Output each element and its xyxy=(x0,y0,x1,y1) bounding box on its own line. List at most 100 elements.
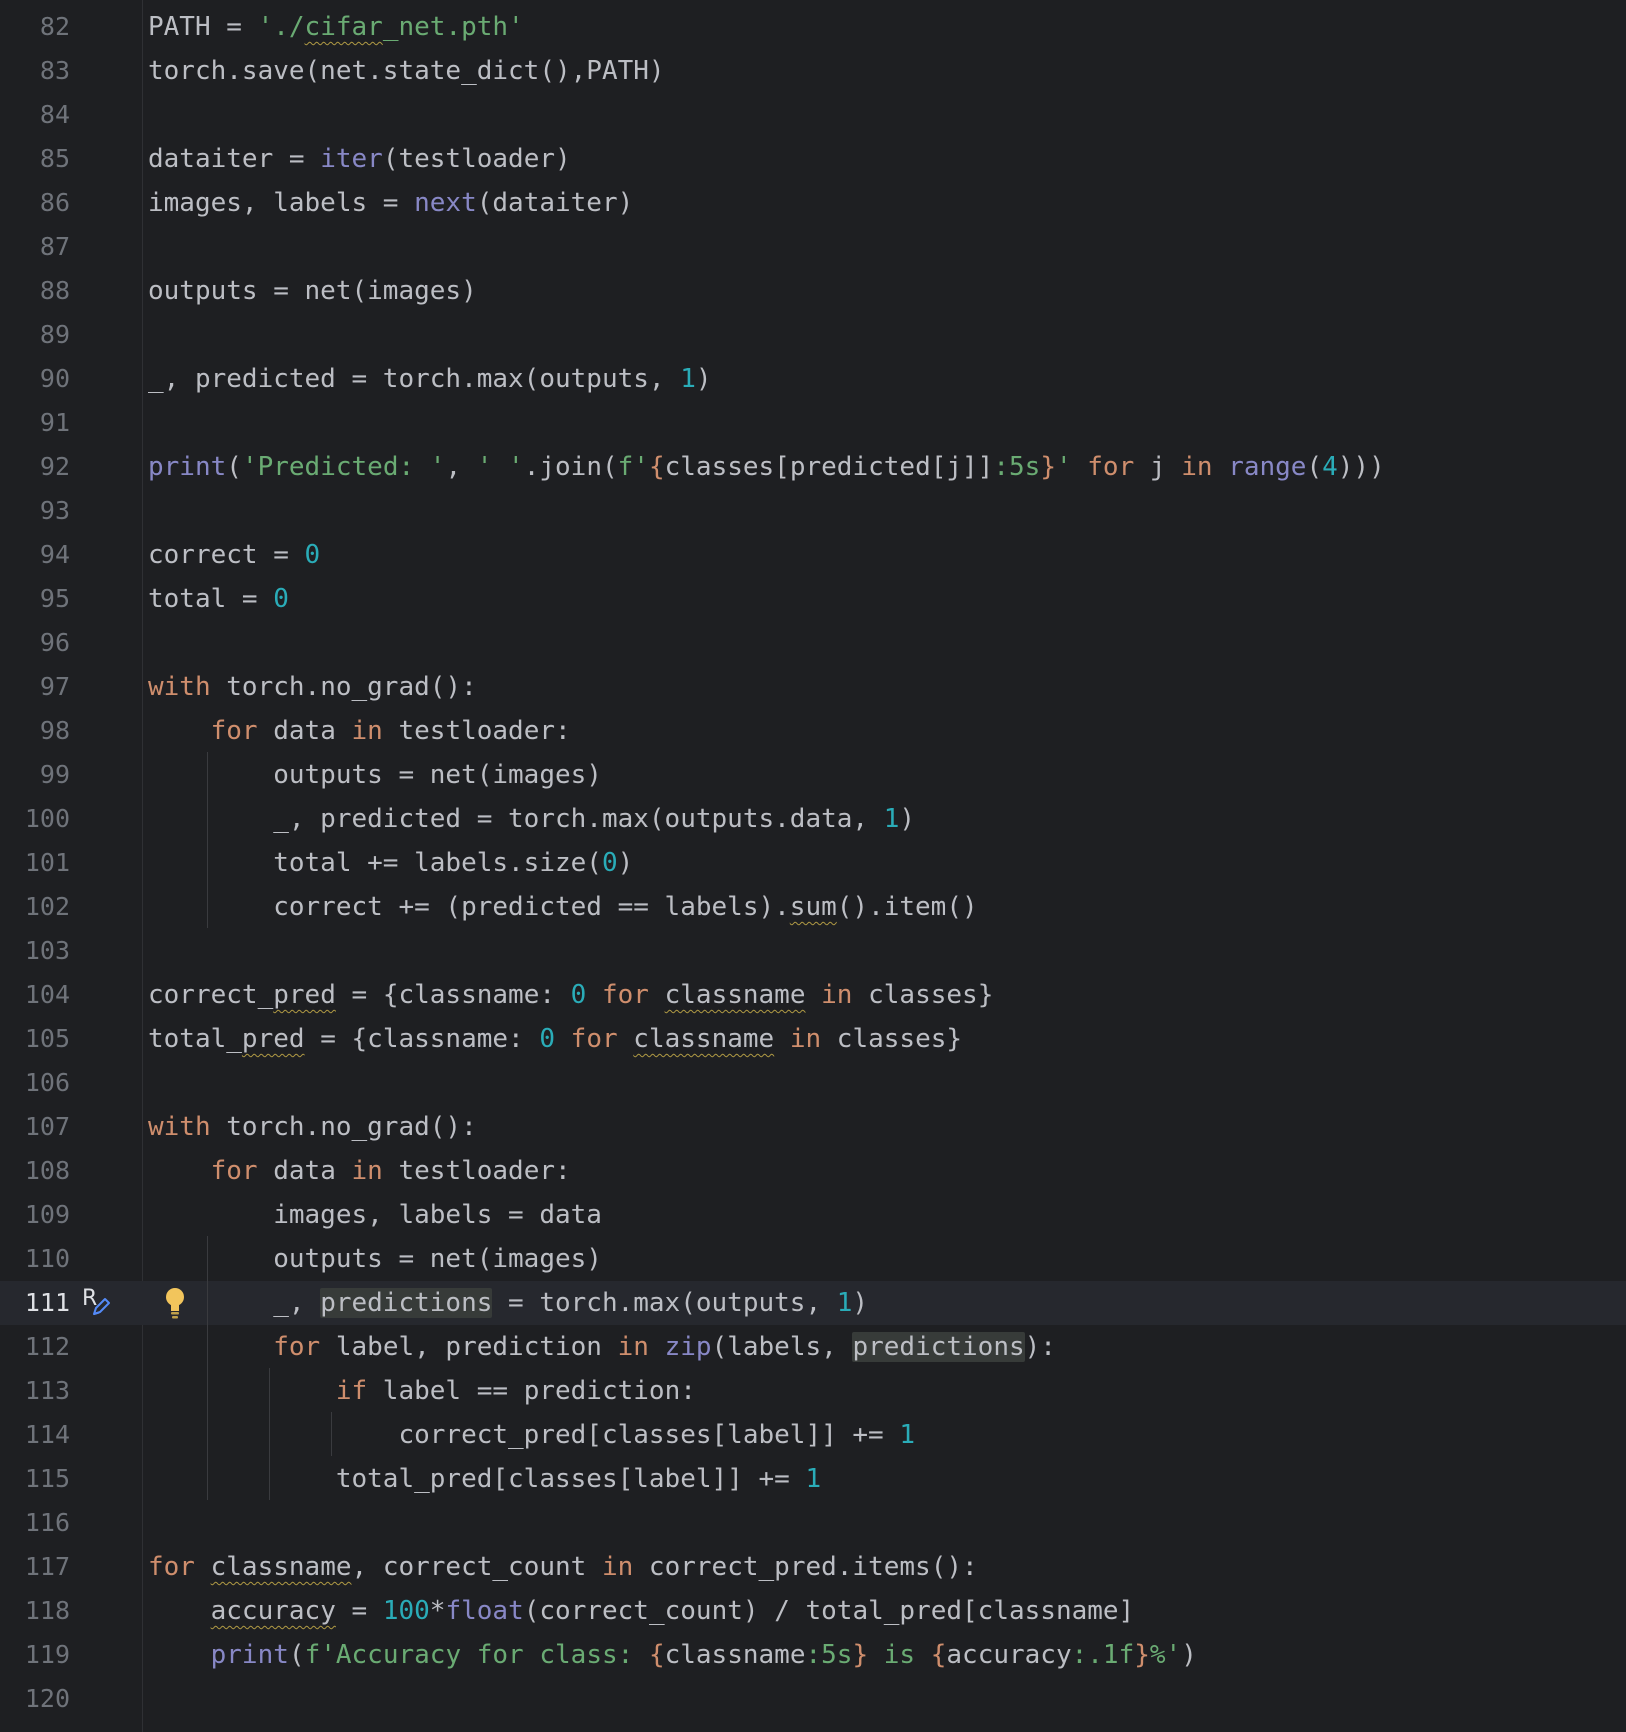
code-line[interactable]: 84 xyxy=(0,93,1626,137)
line-number[interactable]: 117 xyxy=(0,1545,70,1589)
line-number[interactable]: 102 xyxy=(0,885,70,929)
code-line[interactable]: 82 PATH = './cifar_net.pth' xyxy=(0,5,1626,49)
code-line[interactable]: 99 outputs = net(images) xyxy=(0,753,1626,797)
code-text[interactable]: with torch.no_grad(): xyxy=(148,665,477,709)
line-number[interactable]: 93 xyxy=(0,489,70,533)
code-line[interactable]: 83 torch.save(net.state_dict(),PATH) xyxy=(0,49,1626,93)
line-number[interactable]: 97 xyxy=(0,665,70,709)
line-number[interactable]: 105 xyxy=(0,1017,70,1061)
code-text[interactable]: total_pred[classes[label]] += 1 xyxy=(148,1457,821,1501)
code-line[interactable]: 88 outputs = net(images) xyxy=(0,269,1626,313)
line-number[interactable]: 110 xyxy=(0,1237,70,1281)
line-number[interactable]: 116 xyxy=(0,1501,70,1545)
code-text[interactable]: print(f'Accuracy for class: {classname:5… xyxy=(148,1633,1197,1677)
lightbulb-icon[interactable] xyxy=(164,1286,186,1320)
code-line[interactable]: 101 total += labels.size(0) xyxy=(0,841,1626,885)
code-line[interactable]: 118 accuracy = 100*float(correct_count) … xyxy=(0,1589,1626,1633)
line-number[interactable]: 99 xyxy=(0,753,70,797)
code-line[interactable]: 97 with torch.no_grad(): xyxy=(0,665,1626,709)
code-line[interactable]: 117 for classname, correct_count in corre… xyxy=(0,1545,1626,1589)
line-number[interactable]: 114 xyxy=(0,1413,70,1457)
code-line[interactable]: 113 if label == prediction: xyxy=(0,1369,1626,1413)
line-number[interactable]: 101 xyxy=(0,841,70,885)
line-number[interactable]: 120 xyxy=(0,1677,70,1721)
line-number[interactable]: 113 xyxy=(0,1369,70,1413)
code-line[interactable]: 112 for label, prediction in zip(labels,… xyxy=(0,1325,1626,1369)
code-line[interactable]: 106 xyxy=(0,1061,1626,1105)
line-number[interactable]: 90 xyxy=(0,357,70,401)
code-text[interactable]: for classname, correct_count in correct_… xyxy=(148,1545,978,1589)
code-text[interactable]: dataiter = iter(testloader) xyxy=(148,137,571,181)
code-line[interactable]: 102 correct += (predicted == labels).sum… xyxy=(0,885,1626,929)
line-number[interactable]: 94 xyxy=(0,533,70,577)
code-line[interactable]: 114 correct_pred[classes[label]] += 1 xyxy=(0,1413,1626,1457)
code-line[interactable]: 90 _, predicted = torch.max(outputs, 1) xyxy=(0,357,1626,401)
code-text[interactable]: _, predicted = torch.max(outputs, 1) xyxy=(148,357,712,401)
line-number[interactable]: 100 xyxy=(0,797,70,841)
code-line[interactable]: 116 xyxy=(0,1501,1626,1545)
code-text[interactable]: images, labels = next(dataiter) xyxy=(148,181,633,225)
code-line[interactable]: 105 total_pred = {classname: 0 for classn… xyxy=(0,1017,1626,1061)
code-text[interactable]: correct_pred = {classname: 0 for classna… xyxy=(148,973,993,1017)
line-number[interactable]: 83 xyxy=(0,49,70,93)
code-text[interactable]: torch.save(net.state_dict(),PATH) xyxy=(148,49,665,93)
code-text[interactable]: correct_pred[classes[label]] += 1 xyxy=(148,1413,915,1457)
code-text[interactable]: for data in testloader: xyxy=(148,709,571,753)
line-number[interactable]: 115 xyxy=(0,1457,70,1501)
line-number[interactable]: 107 xyxy=(0,1105,70,1149)
line-number[interactable]: 112 xyxy=(0,1325,70,1369)
line-number[interactable]: 119 xyxy=(0,1633,70,1677)
code-text[interactable]: _, predicted = torch.max(outputs.data, 1… xyxy=(148,797,915,841)
code-line[interactable]: 89 xyxy=(0,313,1626,357)
code-line[interactable]: 104 correct_pred = {classname: 0 for clas… xyxy=(0,973,1626,1017)
line-number[interactable]: 103 xyxy=(0,929,70,973)
line-number[interactable]: 108 xyxy=(0,1149,70,1193)
line-number[interactable]: 111 xyxy=(0,1281,70,1325)
line-number[interactable]: 86 xyxy=(0,181,70,225)
code-line[interactable]: 91 xyxy=(0,401,1626,445)
code-line[interactable]: 85 dataiter = iter(testloader) xyxy=(0,137,1626,181)
code-line[interactable]: 119 print(f'Accuracy for class: {classna… xyxy=(0,1633,1626,1677)
rename-refactor-icon[interactable] xyxy=(90,1296,112,1318)
code-editor[interactable]: 82 PATH = './cifar_net.pth' 83 torch.save(n… xyxy=(0,0,1626,1732)
code-text[interactable]: outputs = net(images) xyxy=(148,269,477,313)
code-text[interactable]: print('Predicted: ', ' '.join(f'{classes… xyxy=(148,445,1385,489)
code-text[interactable]: total += labels.size(0) xyxy=(148,841,633,885)
line-number[interactable]: 87 xyxy=(0,225,70,269)
code-line[interactable]: 103 xyxy=(0,929,1626,973)
line-number[interactable]: 96 xyxy=(0,621,70,665)
code-text[interactable]: for data in testloader: xyxy=(148,1149,571,1193)
line-number[interactable]: 95 xyxy=(0,577,70,621)
code-text[interactable]: total = 0 xyxy=(148,577,289,621)
code-line[interactable]: 92 print('Predicted: ', ' '.join(f'{class… xyxy=(0,445,1626,489)
code-text[interactable]: with torch.no_grad(): xyxy=(148,1105,477,1149)
code-line[interactable]: 96 xyxy=(0,621,1626,665)
line-number[interactable]: 89 xyxy=(0,313,70,357)
line-number[interactable]: 98 xyxy=(0,709,70,753)
code-line[interactable]: 108 for data in testloader: xyxy=(0,1149,1626,1193)
line-number[interactable]: 118 xyxy=(0,1589,70,1633)
code-text[interactable]: PATH = './cifar_net.pth' xyxy=(148,5,524,49)
code-line[interactable]: 110 outputs = net(images) xyxy=(0,1237,1626,1281)
code-line[interactable]: 120 xyxy=(0,1677,1626,1721)
line-number[interactable]: 106 xyxy=(0,1061,70,1105)
line-number[interactable]: 84 xyxy=(0,93,70,137)
code-text[interactable]: total_pred = {classname: 0 for classname… xyxy=(148,1017,962,1061)
line-number[interactable]: 91 xyxy=(0,401,70,445)
line-number[interactable]: 82 xyxy=(0,5,70,49)
code-text[interactable]: for label, prediction in zip(labels, pre… xyxy=(148,1325,1056,1369)
code-text[interactable]: outputs = net(images) xyxy=(148,1237,602,1281)
code-line[interactable]: 94 correct = 0 xyxy=(0,533,1626,577)
code-text[interactable]: images, labels = data xyxy=(148,1193,602,1237)
code-text[interactable]: _, predictions = torch.max(outputs, 1) xyxy=(148,1281,868,1325)
code-line[interactable]: 93 xyxy=(0,489,1626,533)
code-line[interactable]: 107 with torch.no_grad(): xyxy=(0,1105,1626,1149)
code-text[interactable]: if label == prediction: xyxy=(148,1369,696,1413)
code-line[interactable]: 95 total = 0 xyxy=(0,577,1626,621)
code-text[interactable]: outputs = net(images) xyxy=(148,753,602,797)
code-line[interactable]: 86 images, labels = next(dataiter) xyxy=(0,181,1626,225)
line-number[interactable]: 88 xyxy=(0,269,70,313)
line-number[interactable]: 92 xyxy=(0,445,70,489)
line-number[interactable]: 85 xyxy=(0,137,70,181)
code-line[interactable]: 115 total_pred[classes[label]] += 1 xyxy=(0,1457,1626,1501)
